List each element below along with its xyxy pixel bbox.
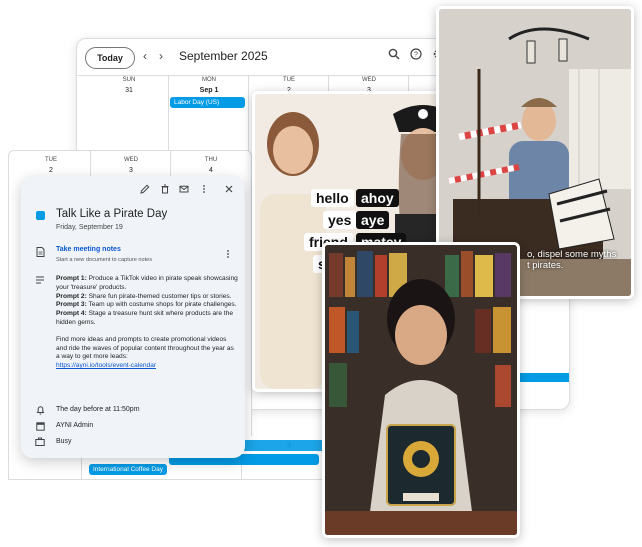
- day-date[interactable]: 31: [89, 87, 169, 94]
- calendar-icon: [35, 421, 45, 433]
- notes-more-icon[interactable]: [225, 246, 231, 264]
- day-name: THU: [204, 157, 218, 163]
- event-description: Prompt 1: Produce a TikTok video in pira…: [56, 275, 238, 371]
- description-icon: [35, 276, 45, 286]
- prev-month-icon[interactable]: ‹: [143, 49, 147, 63]
- prompt-4: Prompt 4: Stage a treasure hunt skit whe…: [56, 310, 238, 328]
- event-chip-coffee-day[interactable]: International Coffee Day: [89, 464, 167, 475]
- event-color-swatch: [36, 211, 45, 220]
- day-name: TUE: [45, 157, 57, 163]
- day-name: MON: [202, 77, 216, 83]
- column-header-mon: MON Sep 1: [169, 77, 249, 94]
- document-icon: [35, 247, 45, 259]
- day-date[interactable]: 3: [91, 167, 171, 174]
- day-date[interactable]: 2: [11, 167, 91, 174]
- day-name: SUN: [122, 77, 136, 83]
- search-icon[interactable]: [387, 48, 401, 62]
- event-title: Talk Like a Pirate Day: [56, 208, 168, 220]
- column-header-sun: SUN 31: [89, 77, 169, 94]
- prompt-3: Prompt 3: Team up with costume shops for…: [56, 301, 238, 310]
- video-caption: o, dispel some myths t pirates.: [527, 249, 616, 271]
- reminder-text: The day before at 11:50pm: [56, 406, 140, 413]
- take-meeting-notes-link[interactable]: Take meeting notes: [56, 246, 121, 253]
- day-date[interactable]: 4: [171, 167, 251, 174]
- day-name: WED: [362, 77, 376, 83]
- woman-game-photo-illustration: [325, 245, 517, 535]
- column-header-thu: THU 4: [171, 157, 251, 174]
- caption-word: yes: [323, 211, 357, 229]
- prompt-1: Prompt 1: Produce a TikTok video in pira…: [56, 275, 238, 293]
- today-button[interactable]: Today: [85, 47, 135, 69]
- availability-status: Busy: [56, 438, 72, 445]
- event-date: Friday, September 19: [56, 224, 123, 231]
- prompt-label: Prompt 4:: [56, 310, 87, 318]
- day-name: WED: [124, 157, 138, 163]
- event-chip-labor-day[interactable]: Labor Day (US): [170, 97, 245, 108]
- month-title: September 2025: [179, 49, 268, 63]
- prompt-label: Prompt 3:: [56, 301, 87, 309]
- more-ideas-text: Find more ideas and prompts to create pr…: [56, 335, 234, 361]
- caption-word: aye: [356, 211, 390, 229]
- column-header-wed: WED 3: [91, 157, 171, 174]
- prompt-2: Prompt 2: Share fun pirate-themed custom…: [56, 293, 238, 302]
- prompt-label: Prompt 2:: [56, 292, 87, 300]
- email-icon[interactable]: [178, 184, 190, 197]
- column-header-tue: TUE 2: [11, 157, 91, 174]
- briefcase-icon: [35, 437, 45, 448]
- board-game-video-thumbnail: [322, 242, 520, 538]
- more-options-icon[interactable]: [198, 184, 210, 197]
- prompt-text: Team up with costume shops for pirate ch…: [86, 301, 237, 309]
- caption-line: t pirates.: [527, 260, 564, 271]
- day-date[interactable]: Sep 1: [169, 87, 249, 94]
- event-calendar-link[interactable]: https://ayni.io/tools/event-calendar: [56, 362, 156, 369]
- calendar-owner: AYNI Admin: [56, 422, 94, 429]
- day-name: TUE: [283, 77, 295, 83]
- prompt-label: Prompt 1:: [56, 275, 87, 282]
- meeting-notes-hint: Start a new document to capture notes: [56, 257, 153, 263]
- close-icon[interactable]: [223, 184, 235, 197]
- svg-text:?: ?: [414, 52, 418, 59]
- caption-line: o, dispel some myths: [527, 249, 617, 260]
- bell-icon: [35, 405, 45, 417]
- prompt-text: Share fun pirate-themed customer tips or…: [86, 292, 232, 300]
- event-details-card: Talk Like a Pirate Day Friday, September…: [21, 176, 245, 458]
- caption-word: ahoy: [356, 189, 399, 207]
- edit-icon[interactable]: [139, 184, 151, 197]
- caption-word: hello: [311, 189, 354, 207]
- delete-icon[interactable]: [159, 184, 171, 197]
- help-icon[interactable]: ?: [409, 48, 423, 62]
- next-month-icon[interactable]: ›: [159, 49, 163, 63]
